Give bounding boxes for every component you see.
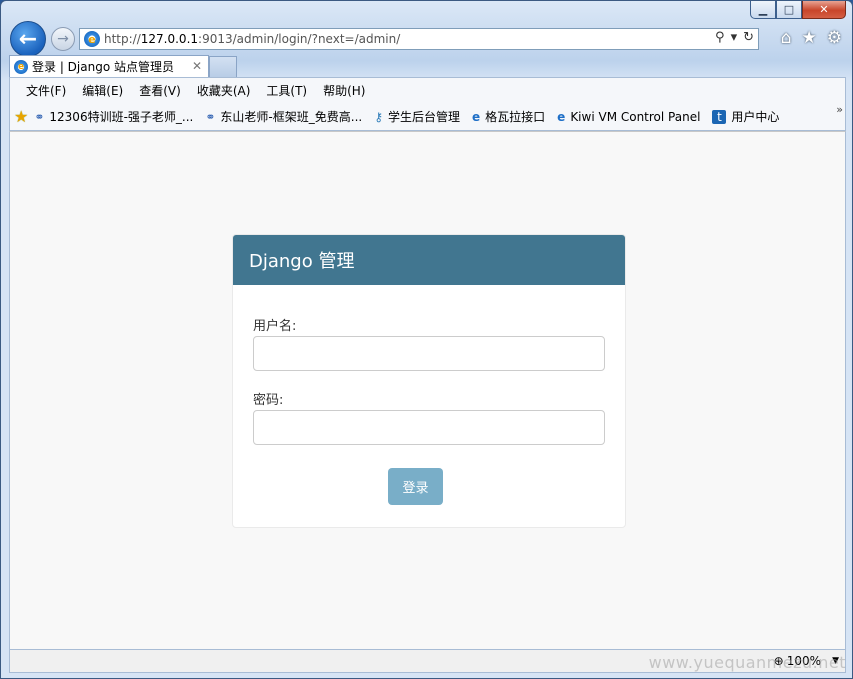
back-button[interactable]: ←	[10, 21, 46, 57]
menu-favorites[interactable]: 收藏夹(A)	[189, 82, 259, 99]
favorites-star-icon[interactable]: ★	[802, 28, 817, 48]
chevron-down-icon[interactable]: ▾	[731, 30, 738, 45]
home-icon[interactable]: ⌂	[781, 28, 792, 48]
favorite-link[interactable]: ⚭ 12306特训班-强子老师_...	[34, 108, 193, 125]
menu-bar: 文件(F) 编辑(E) 查看(V) 收藏夹(A) 工具(T) 帮助(H)	[9, 77, 846, 103]
refresh-icon[interactable]: ↻	[743, 30, 754, 45]
menu-file[interactable]: 文件(F)	[18, 82, 74, 99]
password-field[interactable]	[253, 410, 605, 445]
key-icon: ⚷	[374, 109, 383, 124]
username-field[interactable]	[253, 336, 605, 371]
address-tools: ⚲ ▾ ↻	[715, 30, 754, 45]
telecom-icon: t	[712, 109, 727, 124]
favorite-link[interactable]: e 格瓦拉接口	[472, 108, 545, 125]
menu-view[interactable]: 查看(V)	[131, 82, 189, 99]
browser-window: ▁ □ ✕ ← → e http://127.0.0.1:9013/admin/…	[0, 0, 853, 679]
login-panel: Django 管理 用户名: 密码: 登录	[232, 234, 626, 528]
address-bar[interactable]: e http://127.0.0.1:9013/admin/login/?nex…	[79, 28, 759, 50]
ie-tab-icon: e	[14, 59, 28, 74]
page-content: Django 管理 用户名: 密码: 登录	[9, 131, 846, 649]
ie-page-icon: e	[84, 31, 100, 47]
browser-toolbar-icons: ⌂ ★ ⚙	[781, 28, 842, 48]
tab-close-icon[interactable]: ✕	[192, 59, 202, 73]
new-tab-button[interactable]	[209, 56, 237, 77]
login-header: Django 管理	[233, 235, 625, 285]
cluster-icon: ⚭	[205, 109, 216, 124]
address-url[interactable]: http://127.0.0.1:9013/admin/login/?next=…	[104, 32, 400, 46]
tab-title: 登录 | Django 站点管理员	[32, 60, 174, 74]
ie-page-icon: e	[557, 109, 566, 124]
site-title: Django 管理	[249, 251, 355, 272]
search-icon[interactable]: ⚲	[715, 30, 725, 45]
favorite-link[interactable]: e Kiwi VM Control Panel	[557, 110, 700, 124]
cluster-icon: ⚭	[34, 109, 45, 124]
favorite-link[interactable]: ⚷ 学生后台管理	[374, 108, 460, 125]
forward-button[interactable]: →	[51, 27, 75, 51]
password-label: 密码:	[253, 393, 284, 408]
favorite-link[interactable]: ⚭ 东山老师-框架班_免费高...	[205, 108, 362, 125]
favorites-bar: ★ ⚭ 12306特训班-强子老师_... ⚭ 东山老师-框架班_免费高... …	[9, 103, 846, 131]
favorite-label: 学生后台管理	[388, 110, 461, 124]
watermark: www.yuequanmezu.net	[648, 653, 846, 672]
close-button[interactable]: ✕	[802, 1, 846, 19]
login-button[interactable]: 登录	[388, 468, 443, 505]
favorite-label: Kiwi VM Control Panel	[570, 109, 701, 124]
menu-tools[interactable]: 工具(T)	[258, 82, 315, 99]
tab-login[interactable]: e 登录 | Django 站点管理员 ✕	[9, 55, 209, 77]
favorite-label: 格瓦拉接口	[485, 110, 546, 124]
favorite-link[interactable]: t 用户中心	[712, 108, 779, 125]
window-caption-buttons: ▁ □ ✕	[750, 1, 846, 19]
gear-icon[interactable]: ⚙	[827, 28, 842, 48]
add-favorite-star-icon[interactable]: ★	[14, 107, 28, 126]
menu-help[interactable]: 帮助(H)	[315, 82, 373, 99]
favorite-label: 12306特训班-强子老师_...	[49, 110, 194, 124]
favorites-overflow-icon[interactable]: »	[836, 103, 843, 116]
favorite-label: 东山老师-框架班_免费高...	[220, 110, 363, 124]
menu-edit[interactable]: 编辑(E)	[74, 82, 131, 99]
minimize-button[interactable]: ▁	[750, 1, 776, 19]
maximize-button[interactable]: □	[776, 1, 802, 19]
favorite-label: 用户中心	[731, 110, 780, 124]
username-label: 用户名:	[253, 319, 297, 334]
ie-page-icon: e	[472, 109, 481, 124]
